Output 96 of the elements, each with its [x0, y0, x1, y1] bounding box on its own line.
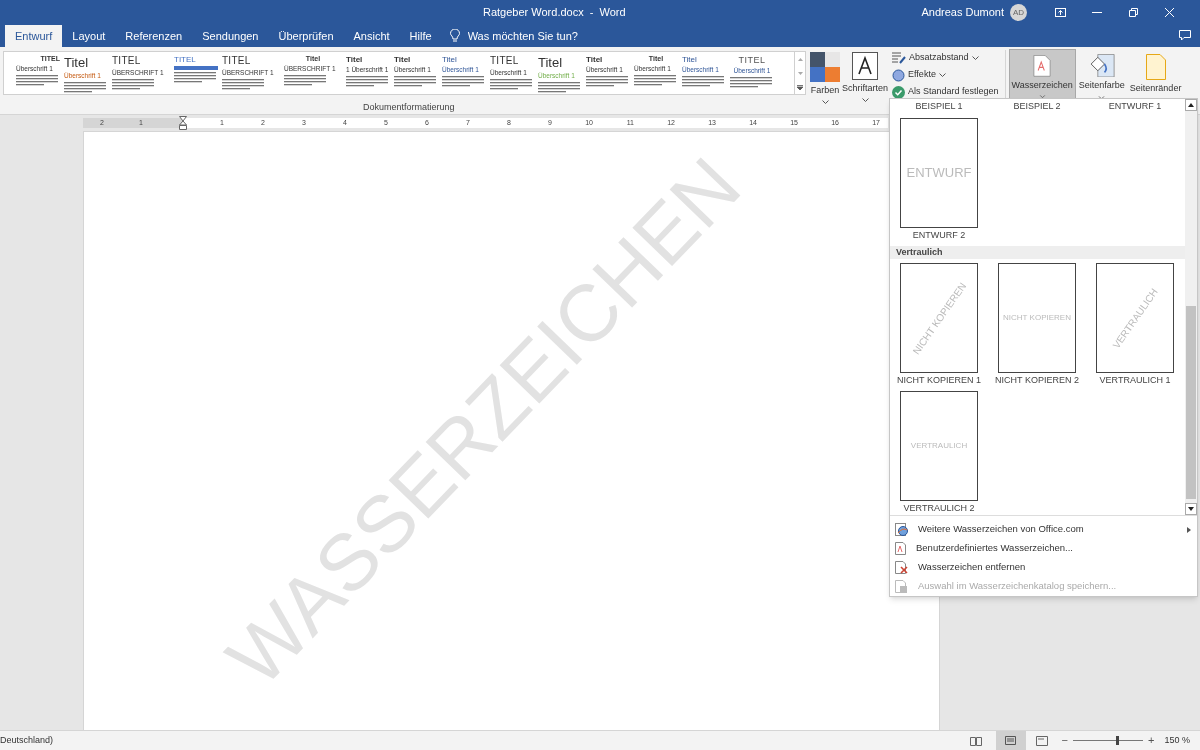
- ribbon-tab[interactable]: Überprüfen: [268, 25, 344, 47]
- tell-me-field[interactable]: Was möchten Sie tun?: [467, 27, 608, 45]
- style-title: Titel: [682, 55, 698, 65]
- ribbon-tab[interactable]: Referenzen: [115, 25, 193, 47]
- ribbon-option[interactable]: Effekte: [892, 68, 999, 82]
- caret-icon: [1038, 94, 1046, 98]
- text-lines-icon: [442, 76, 484, 89]
- caret-down-icon: [797, 71, 803, 75]
- text-lines-icon: [538, 82, 580, 94]
- color-palette-icon: [810, 52, 840, 82]
- restore-icon[interactable]: [1129, 8, 1138, 17]
- text-lines-icon: [394, 76, 436, 89]
- zoom-slider[interactable]: [1073, 735, 1144, 746]
- caret-icon: [861, 98, 869, 103]
- submenu-arrow-icon: [1187, 526, 1191, 533]
- read-mode-icon[interactable]: [969, 735, 982, 746]
- section-header: Vertraulich: [890, 245, 1185, 259]
- ribbon-tab[interactable]: Hilfe: [399, 25, 442, 47]
- watermark-preview: NICHT KOPIEREN: [1003, 312, 1071, 324]
- ribbon-tab[interactable]: Ansicht: [343, 25, 400, 47]
- page-save-icon: [895, 580, 908, 593]
- font-letter-icon: [852, 52, 878, 80]
- scroll-down-icon[interactable]: [1185, 503, 1197, 515]
- web-layout-icon[interactable]: [1035, 735, 1048, 746]
- text-lines-icon: [730, 77, 772, 90]
- style-title: TITEL: [112, 55, 142, 68]
- zoom-in-button[interactable]: +: [1148, 732, 1155, 749]
- heading-bar: [174, 66, 218, 70]
- watermark-label: BEISPIEL 2: [1013, 99, 1061, 113]
- page-lines-icon: [1005, 736, 1017, 745]
- ribbon-button[interactable]: Wasserzeichen: [1008, 49, 1076, 99]
- text-lines-icon: [16, 74, 58, 87]
- ribbon-tab[interactable]: Layout: [62, 25, 116, 47]
- caret-icon: [1098, 95, 1106, 99]
- page-border-icon: [1145, 54, 1166, 80]
- zoom-thumb[interactable]: [1116, 736, 1120, 745]
- style-title: TITEL: [222, 55, 252, 68]
- page-delete-icon: [895, 561, 908, 574]
- text-lines-icon: [222, 78, 264, 91]
- style-thumbnail[interactable]: TITEL: [172, 52, 220, 94]
- style-title: TITEL: [174, 55, 197, 65]
- watermark-label: ENTWURF 1: [1108, 99, 1162, 113]
- page-watermark-icon: [895, 542, 906, 555]
- zoom-out-button[interactable]: −: [1061, 732, 1069, 749]
- ribbon-tab[interactable]: Entwurf: [5, 25, 63, 47]
- style-title: Titel: [586, 55, 604, 65]
- window-title: Ratgeber Word.docx - Word: [483, 5, 626, 21]
- caret-icon: [971, 56, 979, 60]
- scrollbar[interactable]: [1185, 99, 1197, 515]
- paragraph-spacing-icon: [892, 52, 907, 64]
- caret-icon: [821, 100, 829, 105]
- style-title: Titel: [442, 55, 458, 65]
- minimize-icon[interactable]: [1092, 11, 1102, 14]
- print-layout-button[interactable]: [995, 730, 1026, 750]
- user-avatar[interactable]: AD: [1010, 4, 1027, 21]
- ribbon-button[interactable]: Schriftarten: [842, 51, 889, 103]
- language-status[interactable]: Deutschland): [0, 733, 54, 748]
- style-title: Titel: [394, 55, 412, 65]
- group-label: Dokumentformatierung: [363, 101, 456, 114]
- indent-marker-icon[interactable]: [179, 116, 187, 130]
- ribbon-option[interactable]: Absatzabstand: [892, 51, 999, 65]
- expand-icon: [797, 84, 803, 90]
- scroll-up-icon[interactable]: [1185, 99, 1197, 111]
- text-lines-icon: [586, 76, 628, 89]
- ribbon-button[interactable]: Seitenfarbe: [1076, 49, 1127, 99]
- globe-page-icon: [895, 523, 908, 536]
- close-icon[interactable]: [1165, 8, 1174, 17]
- style-title: TITEL: [490, 55, 520, 68]
- text-lines-icon: [112, 78, 154, 91]
- ribbon-display-icon[interactable]: [1055, 8, 1066, 17]
- style-title: TITEL: [737, 55, 767, 67]
- style-title: Titel: [538, 55, 564, 72]
- style-title: Titel: [64, 55, 90, 72]
- text-lines-icon: [634, 74, 676, 87]
- page-watermark-icon: [1031, 55, 1054, 77]
- watermark-label: NICHT KOPIEREN 2: [995, 374, 1079, 387]
- ribbon-button[interactable]: Farben: [810, 51, 840, 105]
- text-lines-icon: [284, 74, 326, 87]
- user-name: Andreas Dumont: [921, 5, 1004, 21]
- lightbulb-icon: [449, 29, 460, 43]
- zoom-percent[interactable]: 150 %: [1164, 733, 1190, 748]
- caret-icon: [938, 73, 946, 77]
- text-lines-icon: [174, 72, 216, 84]
- ribbon-button[interactable]: Seitenränder: [1127, 49, 1184, 99]
- text-lines-icon: [346, 76, 388, 89]
- text-lines-icon: [682, 76, 724, 89]
- style-title: Titel: [346, 55, 364, 65]
- text-lines-icon: [490, 78, 532, 91]
- effects-circle-icon: [892, 68, 906, 82]
- comment-icon[interactable]: [1179, 30, 1191, 41]
- ribbon-tab[interactable]: Sendungen: [192, 25, 269, 47]
- caret-up-icon: [797, 57, 803, 61]
- scroll-thumb[interactable]: [1186, 306, 1196, 499]
- text-lines-icon: [64, 82, 106, 94]
- watermark-label: BEISPIEL 1: [915, 99, 963, 113]
- watermark-label: VERTRAULICH 1: [1099, 374, 1171, 387]
